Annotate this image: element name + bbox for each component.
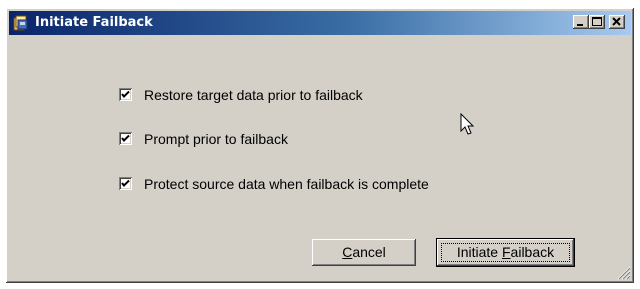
focus-ring: Initiate Failback	[441, 243, 570, 262]
maximize-icon	[592, 17, 602, 26]
initiate-failback-dialog: Initiate Failback Restore target data pr…	[6, 8, 634, 283]
minimize-button[interactable]	[573, 15, 589, 29]
checkmark-icon	[121, 90, 130, 98]
close-button[interactable]	[609, 15, 625, 29]
restore-target-data-checkbox[interactable]	[119, 88, 132, 101]
restore-target-data-label: Restore target data prior to failback	[144, 87, 363, 103]
initiate-mnemonic: F	[501, 244, 511, 260]
resize-grip-icon[interactable]	[617, 266, 631, 280]
protect-source-data-label: Protect source data when failback is com…	[144, 176, 429, 192]
close-icon	[612, 17, 621, 26]
prompt-prior-checkbox[interactable]	[119, 132, 132, 145]
cancel-button[interactable]: Cancel	[312, 239, 416, 266]
maximize-button[interactable]	[589, 15, 605, 29]
mouse-cursor-icon	[460, 113, 475, 135]
initiate-failback-button[interactable]: Initiate Failback	[437, 239, 574, 266]
checkmark-icon	[121, 179, 130, 187]
prompt-prior-label: Prompt prior to failback	[144, 131, 288, 147]
checkmark-icon	[121, 134, 130, 142]
protect-source-data-checkbox[interactable]	[119, 177, 132, 190]
title-bar[interactable]: Initiate Failback	[9, 11, 631, 35]
initiate-label-rest: ailback	[510, 244, 555, 260]
cancel-mnemonic: C	[342, 244, 353, 260]
cancel-label-rest: ancel	[352, 244, 386, 260]
minimize-icon	[577, 24, 583, 26]
application-icon	[13, 15, 28, 31]
window-title: Initiate Failback	[35, 15, 153, 30]
initiate-label-prefix: Initiate	[456, 244, 502, 260]
